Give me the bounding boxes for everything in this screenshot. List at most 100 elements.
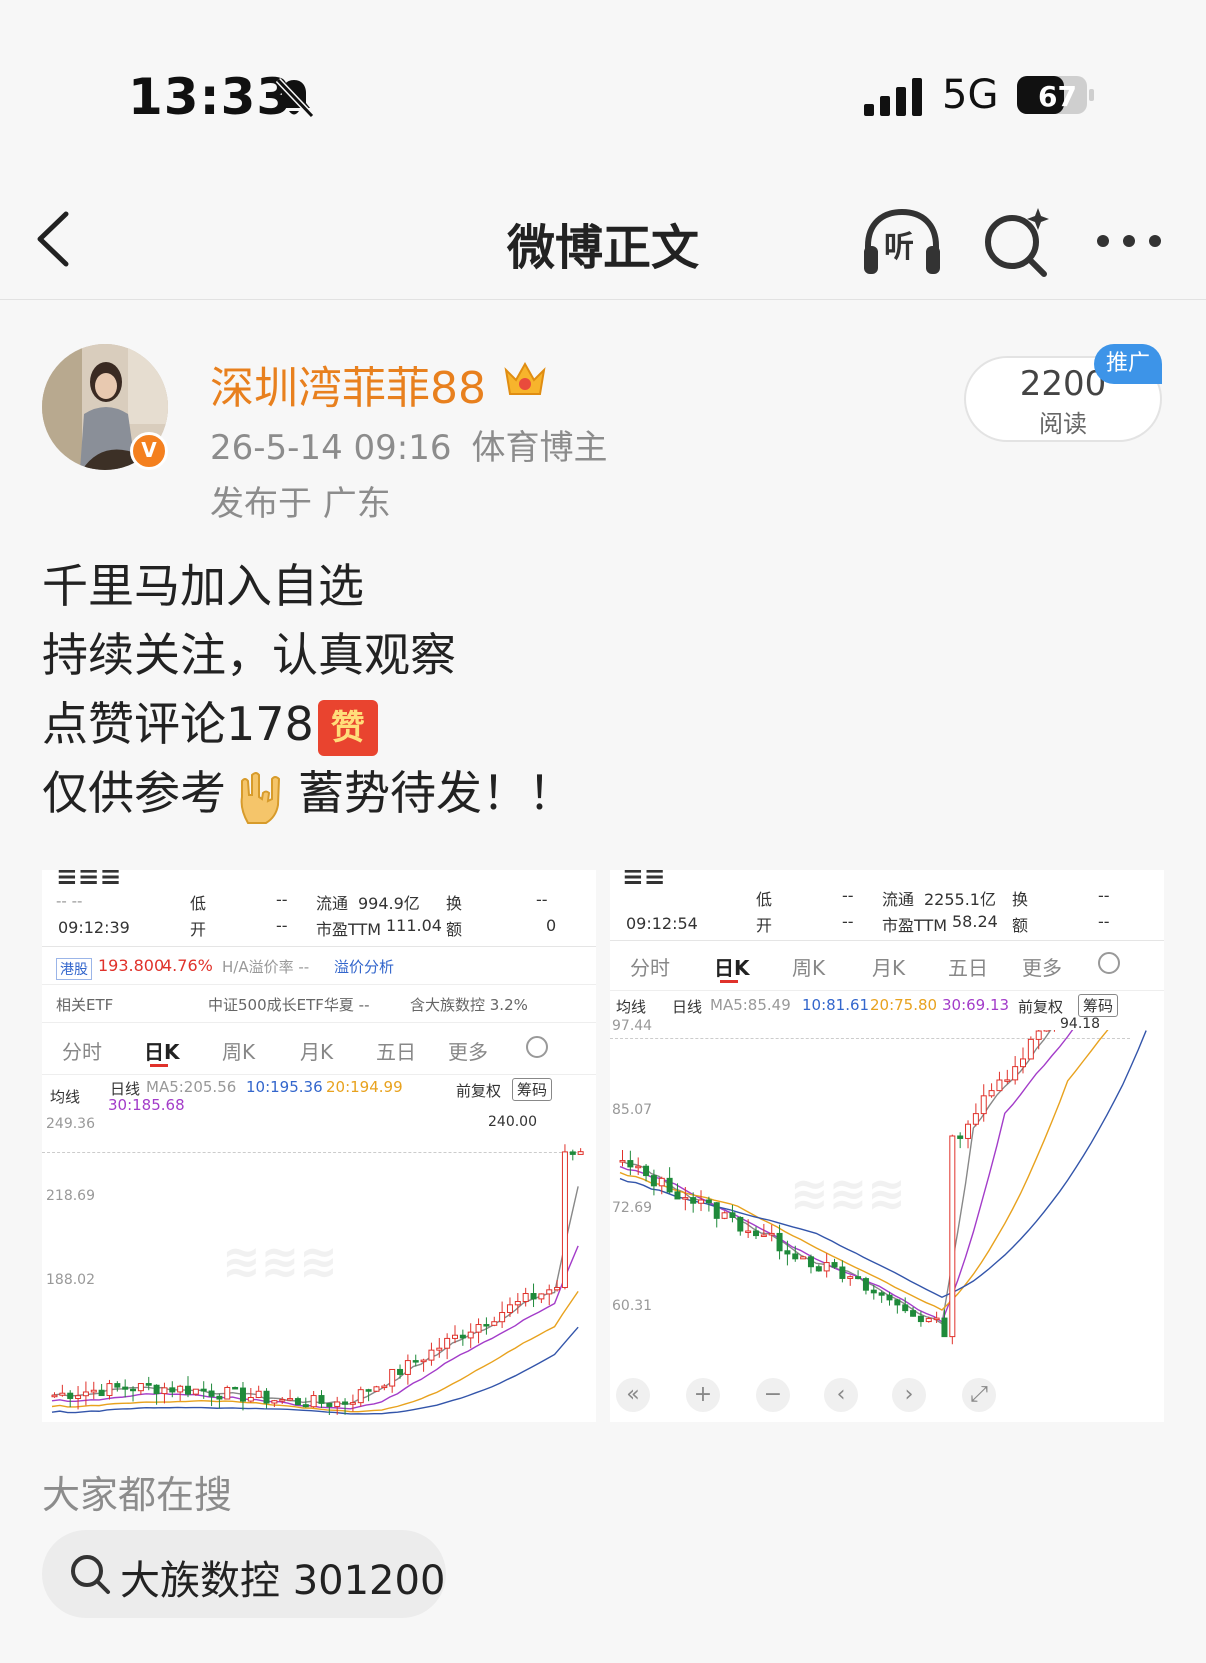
tab-weekly-k[interactable]: 周K	[792, 952, 825, 981]
candle	[192, 1388, 199, 1395]
tab-five-day[interactable]: 五日	[376, 1036, 416, 1065]
candle	[444, 1337, 451, 1349]
tab-monthly-k[interactable]: 月K	[300, 1036, 333, 1065]
candle	[619, 1160, 626, 1163]
tab-fenshi[interactable]: 分时	[62, 1036, 102, 1065]
candle	[561, 1151, 568, 1288]
quote-amount-label: 额	[446, 920, 463, 939]
quote-swap-value: --	[1098, 886, 1110, 905]
quote-time: 09:12:54	[626, 914, 698, 933]
quote-low-label: 低	[756, 890, 773, 909]
tab-daily-k[interactable]: 日K	[144, 1036, 180, 1065]
candle	[1027, 1038, 1034, 1060]
quote-low-label: 低	[190, 894, 207, 913]
candle	[941, 1317, 948, 1338]
premium-link[interactable]: 溢价分析	[334, 956, 394, 977]
tab-daily-k[interactable]: 日K	[714, 952, 750, 981]
search-spark-icon[interactable]	[980, 204, 1052, 278]
tab-fenshi[interactable]: 分时	[630, 952, 670, 981]
quote-amount-label: 额	[1012, 916, 1029, 935]
candle	[870, 1289, 877, 1294]
candle	[106, 1383, 113, 1397]
quote-float-label: 流通	[316, 894, 349, 913]
stock-screenshot-left[interactable]: ≡≡≡ -- -- 低 -- 流通 994.9亿 换 -- 09:12:39 开…	[42, 870, 596, 1422]
zoom-in-icon[interactable]: +	[686, 1378, 720, 1412]
candle	[988, 1090, 995, 1097]
ma5-value: MA5:205.56	[146, 1078, 237, 1096]
trending-search-chip[interactable]: 大族数控 301200	[42, 1530, 446, 1618]
tab-more[interactable]: 更多	[448, 1036, 488, 1065]
quote-dash: -- --	[56, 892, 83, 910]
candle	[917, 1315, 924, 1323]
candle	[878, 1292, 885, 1296]
fullscreen-icon[interactable]: ⤢	[962, 1378, 996, 1412]
quote-float-value: 2255.1亿	[924, 890, 996, 909]
tab-five-day[interactable]: 五日	[948, 952, 988, 981]
candle	[302, 1404, 309, 1408]
candle	[232, 1386, 239, 1390]
adjust-label[interactable]: 前复权	[1018, 996, 1063, 1017]
quote-pe-value: 58.24	[952, 912, 998, 931]
adjust-label[interactable]: 前复权	[456, 1080, 501, 1101]
candle	[499, 1312, 506, 1323]
tab-weekly-k[interactable]: 周K	[222, 1036, 255, 1065]
candle	[59, 1392, 66, 1396]
scroll-start-icon[interactable]: «	[616, 1378, 650, 1412]
candle	[326, 1402, 333, 1407]
tab-monthly-k[interactable]: 月K	[872, 952, 905, 981]
hk-tag: 港股	[56, 958, 92, 980]
candle	[169, 1387, 176, 1393]
candle	[807, 1256, 814, 1268]
more-icon[interactable]	[1094, 230, 1164, 252]
candle	[815, 1266, 822, 1272]
etf-label[interactable]: 相关ETF	[56, 994, 113, 1015]
candle	[1012, 1066, 1019, 1081]
post-body: 千里马加入自选 持续关注，认真观察 点赞评论178 赞 仅供参考 蓄势待发！！	[42, 552, 1162, 828]
etf-weight: 含大族数控 3.2%	[410, 996, 528, 1014]
prev-icon[interactable]: ‹	[824, 1378, 858, 1412]
candle	[247, 1397, 254, 1402]
candle	[365, 1389, 372, 1392]
candle	[357, 1389, 364, 1404]
quote-amount-value: 0	[546, 916, 557, 935]
hk-price: 193.800	[98, 956, 165, 975]
candle	[554, 1286, 561, 1291]
avg-line-toggle[interactable]: 均线	[616, 996, 646, 1017]
chip-button[interactable]: 筹码	[1078, 994, 1119, 1017]
candle	[239, 1387, 246, 1402]
quote-time: 09:12:39	[58, 918, 130, 937]
author-name[interactable]: 深圳湾菲菲88	[210, 352, 486, 416]
chip-button[interactable]: 筹码	[512, 1078, 553, 1101]
settings-icon[interactable]	[1098, 952, 1120, 974]
candle	[334, 1401, 341, 1407]
candle	[318, 1395, 325, 1404]
zoom-out-icon[interactable]: −	[756, 1378, 790, 1412]
candle	[467, 1331, 474, 1339]
settings-icon[interactable]	[526, 1036, 548, 1058]
candle	[784, 1250, 791, 1255]
candle	[1004, 1079, 1011, 1082]
post-line: 持续关注，认真观察	[42, 628, 456, 682]
candle	[965, 1123, 972, 1139]
candle	[569, 1151, 576, 1155]
candle	[1043, 1030, 1050, 1032]
avg-line-toggle[interactable]: 均线	[50, 1086, 80, 1107]
candle	[996, 1079, 1003, 1092]
post-line-text: 点赞评论178	[42, 697, 314, 751]
post-meta: 26-5-14 09:16 体育博主	[210, 420, 628, 469]
quote-open-label: 开	[756, 916, 773, 935]
candle	[635, 1165, 642, 1169]
candle	[658, 1177, 665, 1187]
hk-pct: 4.76%	[162, 956, 213, 975]
candle	[698, 1199, 705, 1204]
candle	[506, 1304, 513, 1314]
quote-swap-label: 换	[1012, 890, 1029, 909]
post-line: 仅供参考 蓄势待发！！	[42, 759, 1162, 828]
promo-badge: 推广	[1094, 344, 1162, 384]
tab-more[interactable]: 更多	[1022, 952, 1062, 981]
trending-title: 大家都在搜	[42, 1473, 233, 1517]
candle	[705, 1199, 712, 1204]
next-icon[interactable]: ›	[892, 1378, 926, 1412]
stock-screenshot-right[interactable]: ≡≡ 低 -- 流通 2255.1亿 换 -- 09:12:54 开 -- 市盈…	[610, 870, 1164, 1422]
candle	[538, 1293, 545, 1300]
